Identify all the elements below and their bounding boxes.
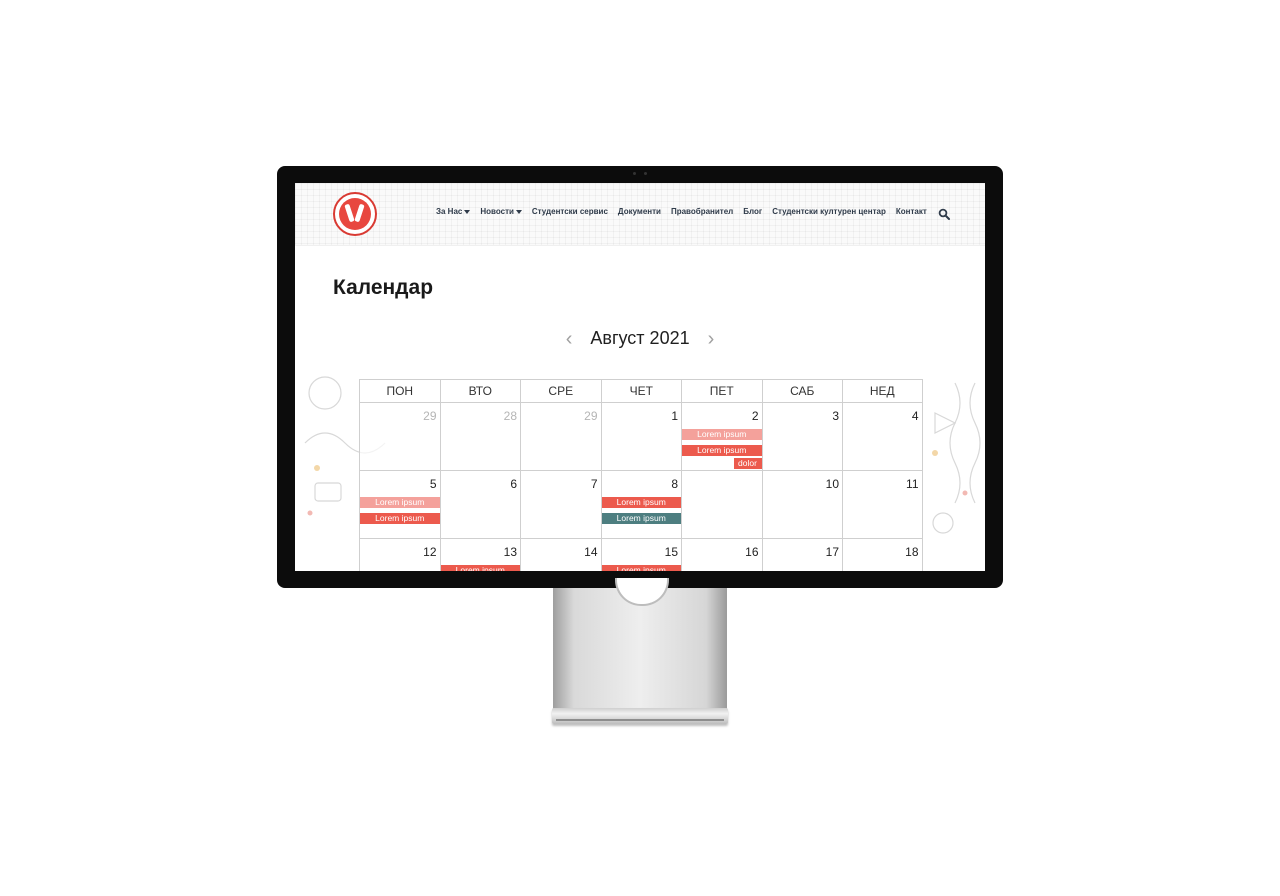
nav-item-2[interactable]: Студентски сервис [532, 207, 608, 216]
calendar: ПОН ВТО СРЕ ЧЕТ ПЕТ САБ НЕД 29 28 29 1 2 Lorem ipsu… [359, 379, 923, 571]
nav-item-label: Новости [480, 207, 514, 216]
day-number: 10 [825, 477, 839, 491]
calendar-event[interactable]: Lorem ipsum [360, 513, 440, 524]
day-number: 3 [832, 409, 839, 423]
calendar-day-cell[interactable]: 3 [761, 403, 842, 471]
calendar-day-cell[interactable]: 29 [359, 403, 440, 471]
chevron-left-icon[interactable]: ‹ [556, 329, 583, 349]
calendar-day-cell[interactable]: 1 [600, 403, 681, 471]
search-icon[interactable] [938, 208, 950, 220]
day-number: 17 [825, 545, 839, 559]
nav-item-3[interactable]: Документи [618, 207, 661, 216]
calendar-event[interactable]: Lorem ipsum [682, 445, 762, 456]
monitor-screen: За Нас Новости Студентски сервис Документи П… [295, 183, 985, 571]
calendar-day-cell[interactable]: 2 Lorem ipsum Lorem ipsum dolor [681, 403, 762, 471]
main-nav: За Нас Новости Студентски сервис Документи П… [436, 207, 937, 216]
day-number: 28 [503, 409, 517, 423]
calendar-week-row: 5 Lorem ipsum Lorem ipsum 6 7 8 Lorem ipsum Lor… [359, 471, 923, 539]
day-number: 16 [745, 545, 759, 559]
day-number: 6 [510, 477, 517, 491]
nav-item-label: Блог [743, 207, 763, 216]
calendar-day-cell[interactable]: 5 Lorem ipsum Lorem ipsum [359, 471, 440, 539]
calendar-event[interactable]: Lorem ipsum [360, 497, 440, 508]
day-number: 4 [911, 409, 919, 423]
calendar-day-cell[interactable]: 4 [842, 403, 923, 471]
monitor-stand-base [552, 708, 728, 724]
page-title: Календар [333, 276, 434, 299]
camera [633, 172, 647, 175]
calendar-day-cell[interactable]: 7 [520, 471, 601, 539]
calendar-day-cell[interactable] [681, 471, 762, 539]
weekday-label: СРЕ [520, 379, 601, 403]
nav-item-label: Студентски сервис [531, 207, 608, 216]
caret-down-icon [464, 209, 471, 214]
site-header: За Нас Новости Студентски сервис Документи П… [295, 183, 985, 246]
calendar-event[interactable]: Lorem ipsum [601, 513, 681, 524]
nav-item-label: Правобранител [670, 207, 734, 216]
calendar-grid: 29 28 29 1 2 Lorem ipsum Lorem ipsum dolor 3 4 5 Lo… [359, 403, 923, 571]
day-number: 1 [671, 409, 678, 423]
weekday-label: НЕД [842, 379, 923, 403]
site-logo[interactable] [333, 192, 377, 236]
weekday-label: ЧЕТ [600, 379, 681, 403]
day-number: 11 [906, 477, 919, 491]
calendar-day-cell[interactable]: 29 [520, 403, 601, 471]
calendar-event[interactable]: Lorem ipsum [601, 497, 681, 508]
day-number: 15 [664, 545, 678, 559]
calendar-event[interactable]: Lorem ipsum [682, 429, 762, 440]
weekday-label: ПЕТ [681, 379, 762, 403]
nav-item-7[interactable]: Контакт [896, 207, 927, 216]
calendar-day-cell[interactable]: 6 [439, 471, 520, 539]
day-number: 7 [590, 477, 598, 491]
chevron-right-icon[interactable]: › [698, 329, 725, 349]
day-number: 14 [584, 545, 598, 559]
monitor-bezel: За Нас Новости Студентски сервис Документи П… [277, 166, 1003, 588]
month-navigation: ‹ Август 2021 › [295, 328, 985, 349]
month-label: Август 2021 [590, 328, 690, 348]
nav-item-label: Студентски културен центар [772, 207, 886, 216]
day-number: 2 [751, 409, 759, 423]
nav-item-0[interactable]: За Нас [436, 207, 471, 216]
nav-item-label: За Нас [436, 207, 463, 216]
weekday-header: ПОН ВТО СРЕ ЧЕТ ПЕТ САБ НЕД [359, 379, 923, 403]
nav-item-label: Документи [617, 207, 661, 216]
weekday-label: ВТО [439, 379, 520, 403]
day-number: 29 [584, 409, 598, 423]
calendar-day-cell[interactable]: 15 Lorem ipsum [600, 539, 681, 571]
calendar-day-cell[interactable]: 12 [359, 539, 440, 571]
day-number: 5 [429, 477, 437, 491]
calendar-day-cell[interactable]: 8 Lorem ipsum Lorem ipsum [600, 471, 681, 539]
calendar-day-cell[interactable]: 17 [761, 539, 842, 571]
day-number: 13 [503, 545, 517, 559]
calendar-day-cell[interactable]: 14 [520, 539, 601, 571]
nav-item-5[interactable]: Блог [743, 207, 762, 216]
day-number: 18 [905, 545, 919, 559]
weekday-label: САБ [761, 379, 842, 403]
nav-item-label: Контакт [895, 207, 927, 216]
calendar-event[interactable]: Lorem ipsum [440, 565, 520, 571]
calendar-day-cell[interactable]: 18 [842, 539, 923, 571]
calendar-week-row: 12 13 Lorem ipsum 14 15 Lorem ipsum 16 17 18 [359, 539, 923, 571]
calendar-day-cell[interactable]: 13 Lorem ipsum [439, 539, 520, 571]
monitor-stand [553, 588, 727, 710]
nav-item-1[interactable]: Новости [480, 207, 522, 216]
calendar-day-cell[interactable]: 28 [439, 403, 520, 471]
nav-item-4[interactable]: Правобранител [671, 207, 733, 216]
calendar-day-cell[interactable]: 11 [842, 471, 923, 539]
caret-down-icon [515, 209, 522, 214]
day-number: 12 [423, 545, 437, 559]
calendar-event[interactable]: dolor [733, 458, 762, 469]
day-number: 8 [671, 477, 678, 491]
weekday-label: ПОН [359, 379, 440, 403]
day-number: 29 [423, 409, 437, 423]
calendar-event[interactable]: Lorem ipsum [601, 565, 681, 571]
calendar-week-row: 29 28 29 1 2 Lorem ipsum Lorem ipsum dolor 3 4 [359, 403, 923, 471]
nav-item-6[interactable]: Студентски културен центар [772, 207, 886, 216]
calendar-day-cell[interactable]: 16 [681, 539, 762, 571]
calendar-day-cell[interactable]: 10 [761, 471, 842, 539]
